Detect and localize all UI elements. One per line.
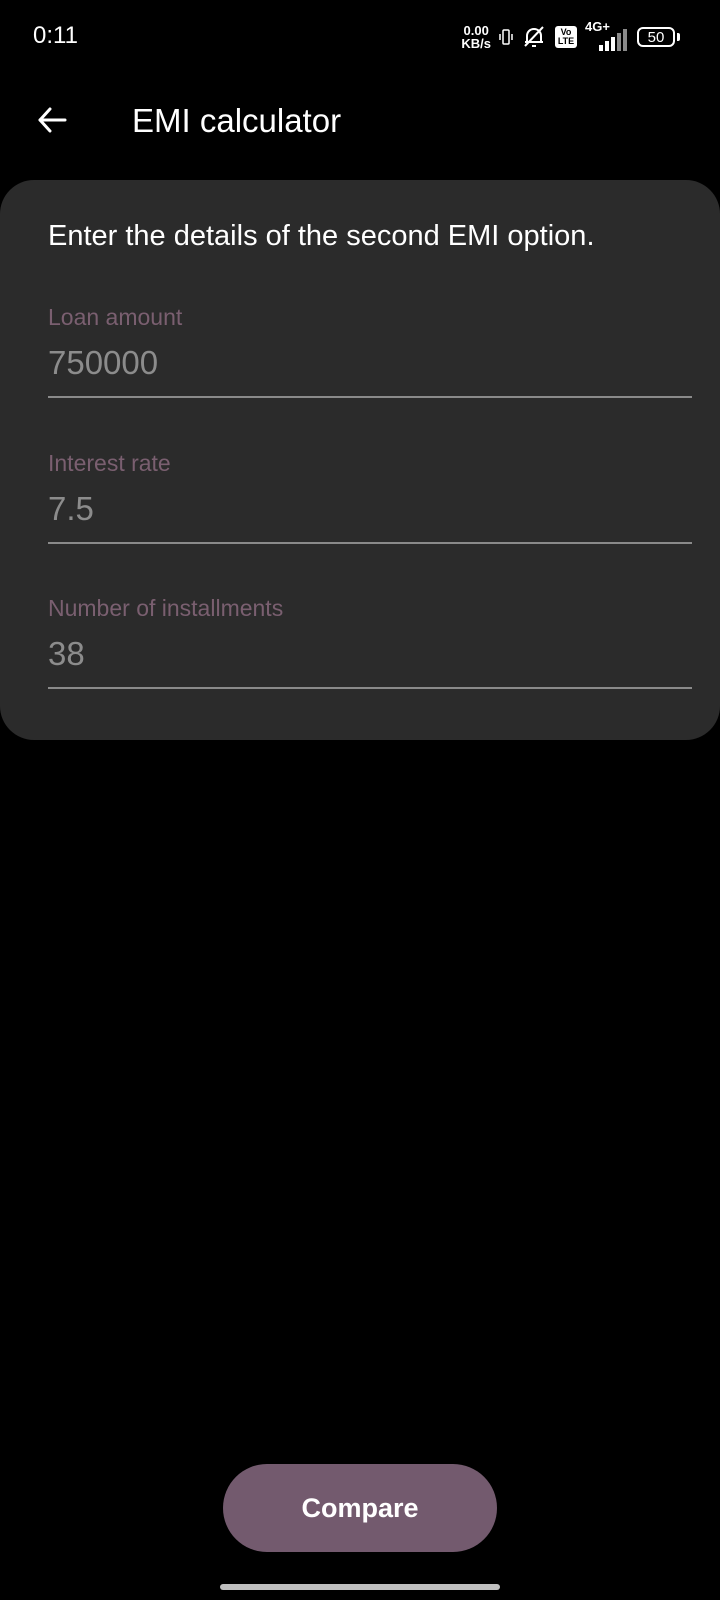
installments-label: Number of installments bbox=[48, 595, 284, 621]
battery-indicator: 50 bbox=[637, 27, 680, 47]
interest-rate-input[interactable]: 7.5 bbox=[48, 490, 94, 528]
installments-underline bbox=[48, 687, 692, 689]
installments-input[interactable]: 38 bbox=[48, 635, 85, 673]
interest-rate-field[interactable]: Interest rate 7.5 bbox=[48, 450, 692, 560]
notifications-off-icon bbox=[521, 24, 547, 50]
interest-rate-label: Interest rate bbox=[48, 450, 171, 476]
network-speed: 0.00 KB/s bbox=[461, 24, 491, 50]
loan-amount-field[interactable]: Loan amount 750000 bbox=[48, 304, 692, 414]
loan-amount-underline bbox=[48, 396, 692, 398]
volte-badge-bottom: LTE bbox=[557, 36, 575, 46]
gesture-nav-bar[interactable] bbox=[220, 1584, 500, 1590]
installments-field[interactable]: Number of installments 38 bbox=[48, 595, 692, 705]
battery-level: 50 bbox=[647, 28, 665, 46]
loan-amount-input[interactable]: 750000 bbox=[48, 344, 158, 382]
form-heading: Enter the details of the second EMI opti… bbox=[48, 220, 595, 252]
loan-amount-label: Loan amount bbox=[48, 304, 183, 330]
network-speed-unit: KB/s bbox=[461, 36, 491, 51]
back-button[interactable] bbox=[26, 94, 78, 146]
app-bar: EMI calculator bbox=[0, 80, 720, 164]
battery-cap bbox=[677, 33, 680, 41]
network-type: 4G+ bbox=[585, 19, 610, 34]
cellular-signal: 4G+ bbox=[585, 19, 629, 51]
status-bar: 0:11 0.00 KB/s Vo LTE 4G+ 50 bbox=[0, 0, 720, 72]
page-title: EMI calculator bbox=[132, 102, 342, 139]
volte-badge: Vo LTE bbox=[555, 26, 577, 48]
battery-icon: 50 bbox=[637, 27, 675, 47]
compare-button[interactable]: Compare bbox=[223, 1464, 497, 1552]
interest-rate-underline bbox=[48, 542, 692, 544]
emi-form-card: Enter the details of the second EMI opti… bbox=[0, 180, 720, 740]
vibrate-icon bbox=[499, 26, 513, 48]
status-icons: 0.00 KB/s Vo LTE 4G+ 50 bbox=[461, 19, 680, 52]
arrow-back-icon bbox=[36, 104, 68, 136]
status-time: 0:11 bbox=[33, 22, 78, 49]
